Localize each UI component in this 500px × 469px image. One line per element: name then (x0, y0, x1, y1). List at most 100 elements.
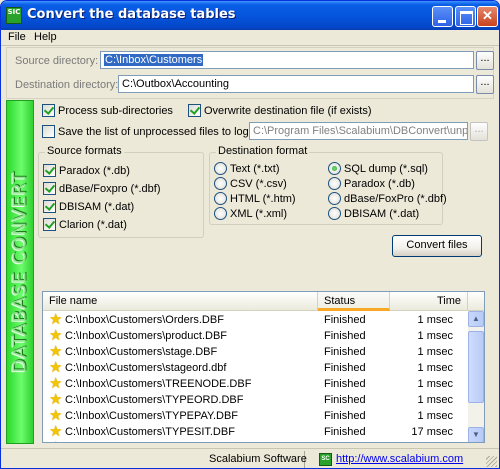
radio-icon (214, 177, 227, 190)
website-link[interactable]: http://www.scalabium.com (336, 453, 463, 465)
scroll-down-button[interactable]: ▼ (468, 427, 484, 442)
destination-format-title: Destination format (216, 145, 310, 157)
radio-icon (214, 207, 227, 220)
star-icon: ★ (49, 374, 63, 392)
checkbox-icon (43, 164, 56, 177)
company-name: Scalabium Software (209, 453, 307, 465)
status-cell: Finished (324, 426, 366, 438)
source-format-paradox[interactable]: Paradox (*.db) (43, 164, 130, 179)
star-icon: ★ (49, 358, 63, 376)
dest-format-label: SQL dump (*.sql) (344, 162, 428, 175)
checkbox-icon (42, 104, 55, 117)
radio-icon (328, 207, 341, 220)
file-list-header: File name Status Time (43, 292, 484, 311)
source-format-label: dBase/Foxpro (*.dbf) (59, 182, 161, 195)
file-name-cell: C:\Inbox\Customers\TYPESIT.DBF (65, 426, 235, 438)
star-icon: ★ (49, 326, 63, 344)
file-name-cell: C:\Inbox\Customers\product.DBF (65, 330, 228, 342)
checkbox-icon (43, 218, 56, 231)
source-browse-button[interactable]: ... (476, 51, 494, 70)
destination-browse-button[interactable]: ... (476, 75, 494, 94)
menu-file-label: File (8, 31, 26, 43)
status-cell: Finished (324, 378, 366, 390)
dest-format-dbisam[interactable]: DBISAM (*.dat) (328, 207, 419, 221)
log-browse-button[interactable]: ... (470, 122, 488, 141)
table-row[interactable]: ★ C:\Inbox\Customers\TYPEPAY.DBF Finished 1… (43, 408, 484, 424)
process-subdirs-label: Process sub-directories (58, 104, 173, 117)
menu-help[interactable]: Help (34, 31, 57, 43)
checkbox-icon (43, 182, 56, 195)
file-name-cell: C:\Inbox\Customers\stage.DBF (65, 346, 218, 358)
destination-directory-input[interactable]: C:\Outbox\Accounting (118, 75, 474, 93)
time-cell: 1 msec (417, 362, 453, 374)
time-cell: 1 msec (417, 314, 453, 326)
dest-format-label: HTML (*.htm) (230, 192, 296, 205)
checkbox-icon (188, 104, 201, 117)
scroll-up-button[interactable]: ▲ (468, 311, 484, 327)
column-file-name[interactable]: File name (43, 292, 318, 311)
dest-format-csv[interactable]: CSV (*.csv) (214, 177, 287, 191)
dest-format-paradox[interactable]: Paradox (*.db) (328, 177, 415, 191)
dest-format-xml[interactable]: XML (*.xml) (214, 207, 287, 221)
table-row[interactable]: ★ C:\Inbox\Customers\TYPESIT.DBF Finished 1… (43, 424, 484, 440)
status-cell: Finished (324, 440, 366, 442)
table-row[interactable]: ★C:\Inbox\Customers\upload.dbf Finished 1 … (43, 440, 484, 443)
time-cell: 17 msec (411, 426, 453, 438)
minimize-button[interactable] (432, 6, 453, 27)
time-cell: 1 msec (417, 394, 453, 406)
time-cell: 1 msec (417, 378, 453, 390)
source-directory-input[interactable]: C:\Inbox\Customers (100, 51, 474, 69)
source-format-dbisam[interactable]: DBISAM (*.dat) (43, 200, 134, 215)
table-row[interactable]: ★ C:\Inbox\Customers\stage.DBF Finished 1 m… (43, 344, 484, 360)
status-cell: Finished (324, 394, 366, 406)
scroll-thumb[interactable] (468, 331, 484, 403)
dest-format-html[interactable]: HTML (*.htm) (214, 192, 296, 206)
dest-format-dbase[interactable]: dBase/FoxPro (*.dbf) (328, 192, 447, 206)
maximize-button[interactable] (455, 6, 476, 27)
column-time[interactable]: Time (390, 292, 468, 311)
table-row[interactable]: ★ C:\Inbox\Customers\product.DBF Finished 1… (43, 328, 484, 344)
window-title: Convert the database tables (27, 7, 236, 22)
app-window: SIC Convert the database tables ✕ File H… (0, 0, 500, 469)
table-row[interactable]: ★ C:\Inbox\Customers\Orders.DBF Finished 1 … (43, 312, 484, 328)
file-list[interactable]: File name Status Time ★ C:\Inbox\Customer… (42, 291, 485, 443)
convert-files-button[interactable]: Convert files (392, 235, 482, 257)
save-unprocessed-checkbox[interactable]: Save the list of unprocessed files to lo… (42, 125, 249, 140)
status-bar: Scalabium Software SC http://www.scalabi… (1, 448, 499, 468)
radio-icon (214, 162, 227, 175)
dest-format-sql[interactable]: SQL dump (*.sql) (328, 162, 428, 176)
dest-format-label: CSV (*.csv) (230, 177, 287, 190)
overwrite-checkbox[interactable]: Overwrite destination file (if exists) (188, 104, 372, 119)
source-format-label: Clarion (*.dat) (59, 218, 127, 231)
source-format-clarion[interactable]: Clarion (*.dat) (43, 218, 127, 233)
close-button[interactable]: ✕ (477, 6, 498, 27)
table-row[interactable]: ★ C:\Inbox\Customers\stageord.dbf Finished… (43, 360, 484, 376)
table-row[interactable]: ★ C:\Inbox\Customers\TREENODE.DBF Finished… (43, 376, 484, 392)
radio-icon (328, 192, 341, 205)
column-status[interactable]: Status (318, 292, 390, 311)
source-format-label: Paradox (*.db) (59, 164, 130, 177)
directory-panel: Source directory: C:\Inbox\Customers ...… (6, 47, 494, 99)
star-icon: ★ (49, 390, 63, 408)
table-row[interactable]: ★ C:\Inbox\Customers\TYPEORD.DBF Finished 1… (43, 392, 484, 408)
source-format-dbase[interactable]: dBase/Foxpro (*.dbf) (43, 182, 161, 197)
resize-grip-icon[interactable] (486, 456, 497, 467)
menu-bar: File Help (1, 30, 499, 46)
dest-format-label: XML (*.xml) (230, 207, 288, 220)
process-subdirs-checkbox[interactable]: Process sub-directories (42, 104, 173, 119)
file-name-cell: C:\Inbox\Customers\Orders.DBF (65, 314, 224, 326)
time-cell: 1 msec (383, 440, 453, 442)
dest-format-label: DBISAM (*.dat) (344, 207, 420, 220)
destination-directory-label: Destination directory: (15, 79, 119, 91)
scalabium-logo-icon: SC (319, 453, 332, 466)
log-path-input[interactable]: C:\Program Files\Scalabium\DBConvert\unp… (249, 122, 468, 140)
database-convert-banner: DATABASE CONVERT (6, 100, 34, 444)
file-name-cell: C:\Inbox\Customers\TYPEORD.DBF (65, 394, 244, 406)
dest-format-label: Paradox (*.db) (344, 177, 415, 190)
source-format-label: DBISAM (*.dat) (59, 200, 135, 213)
title-bar[interactable]: SIC Convert the database tables ✕ (1, 1, 499, 30)
dest-format-text[interactable]: Text (*.txt) (214, 162, 280, 176)
menu-file[interactable]: File (8, 31, 26, 43)
file-list-scrollbar[interactable]: ▲ ▼ (468, 311, 484, 442)
star-icon: ★ (49, 310, 63, 328)
